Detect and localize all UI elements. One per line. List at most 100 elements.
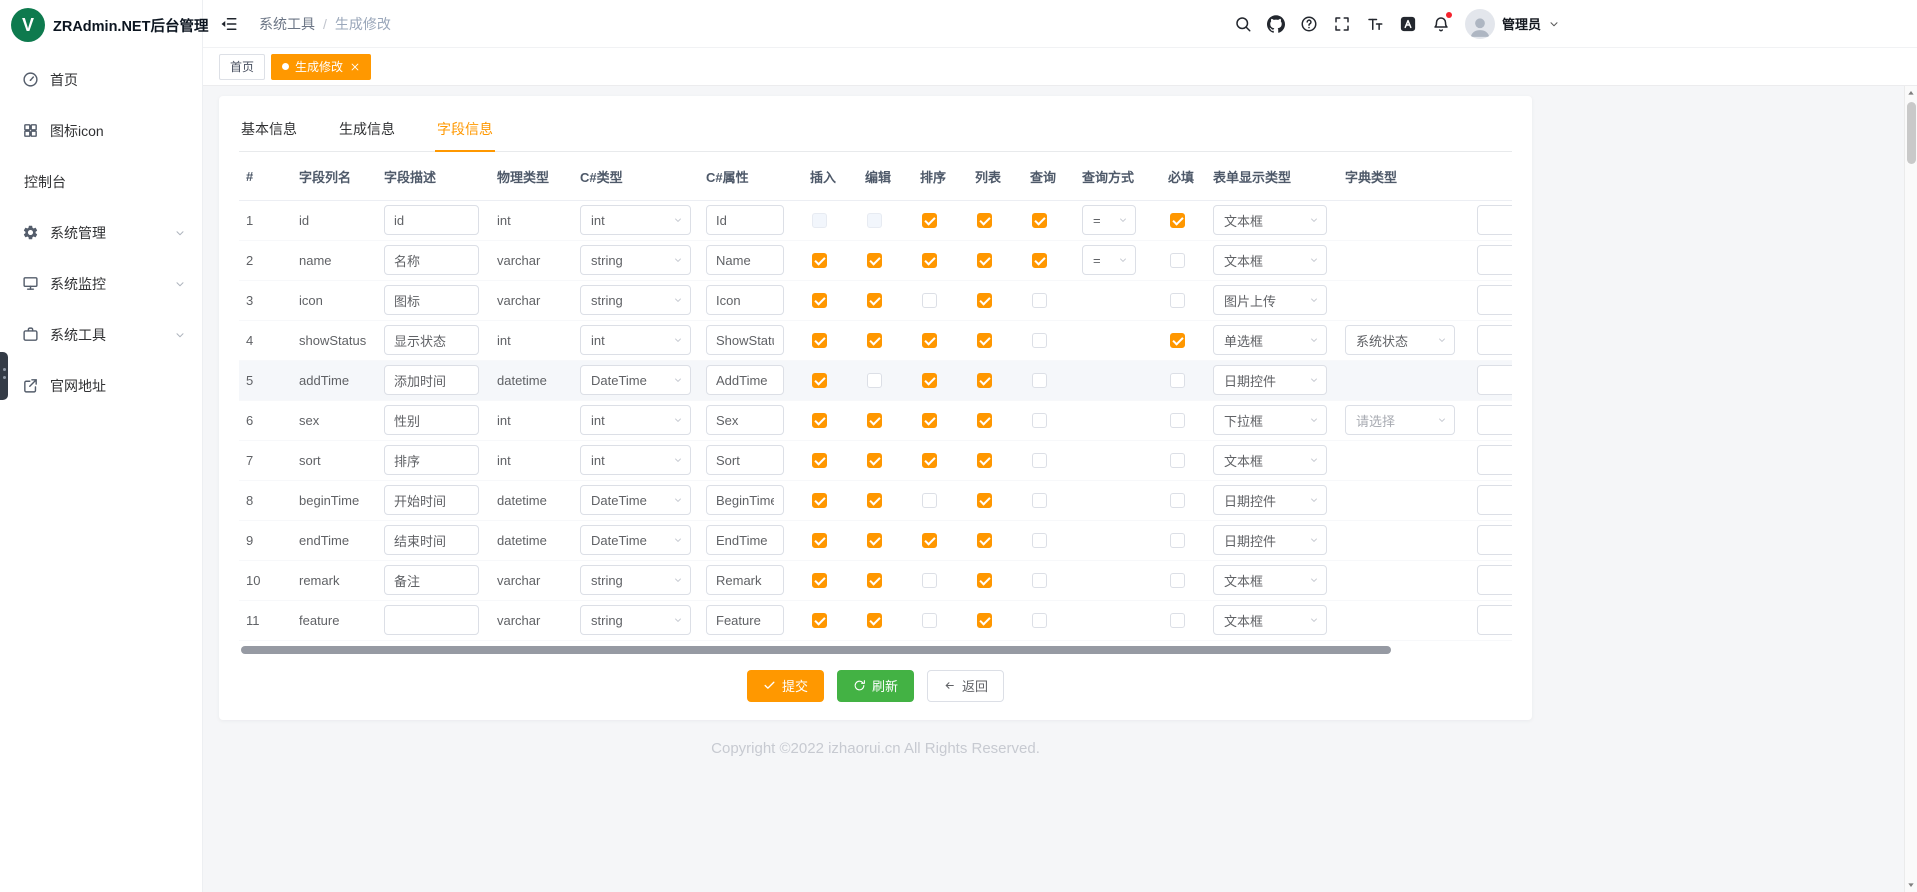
sort-checkbox[interactable]	[922, 413, 937, 428]
sidebar-item-console[interactable]: 控制台	[0, 156, 202, 207]
cs-attr-input[interactable]	[706, 605, 784, 635]
notification-icon[interactable]	[1431, 14, 1451, 34]
list-checkbox[interactable]	[977, 533, 992, 548]
cs-attr-input[interactable]	[706, 205, 784, 235]
refresh-button[interactable]: 刷新	[837, 670, 914, 702]
sidebar-item-icons[interactable]: 图标icon	[0, 105, 202, 156]
sort-checkbox[interactable]	[922, 213, 937, 228]
cs-attr-input[interactable]	[706, 565, 784, 595]
insert-checkbox[interactable]	[812, 613, 827, 628]
extra-input[interactable]	[1477, 405, 1512, 435]
required-checkbox[interactable]	[1170, 213, 1185, 228]
dict-type-select[interactable]: 请选择	[1345, 405, 1455, 435]
extra-input[interactable]	[1477, 285, 1512, 315]
sort-checkbox[interactable]	[922, 293, 937, 308]
menu-fold-icon[interactable]	[219, 14, 239, 34]
extra-input[interactable]	[1477, 565, 1512, 595]
edit-checkbox[interactable]	[867, 613, 882, 628]
tag-gen-edit[interactable]: 生成修改	[271, 54, 371, 80]
extra-input[interactable]	[1477, 365, 1512, 395]
field-desc-input[interactable]	[384, 565, 479, 595]
extra-input[interactable]	[1477, 485, 1512, 515]
breadcrumb-item[interactable]: 系统工具	[259, 14, 315, 34]
field-desc-input[interactable]	[384, 285, 479, 315]
display-type-select[interactable]: 单选框	[1213, 325, 1327, 355]
query-mode-select[interactable]: =	[1082, 205, 1136, 235]
cs-attr-input[interactable]	[706, 325, 784, 355]
list-checkbox[interactable]	[977, 413, 992, 428]
query-checkbox[interactable]	[1032, 573, 1047, 588]
scroll-down-arrow[interactable]	[1905, 878, 1917, 892]
required-checkbox[interactable]	[1170, 333, 1185, 348]
list-checkbox[interactable]	[977, 613, 992, 628]
query-checkbox[interactable]	[1032, 533, 1047, 548]
query-checkbox[interactable]	[1032, 213, 1047, 228]
tag-home[interactable]: 首页	[219, 54, 265, 80]
list-checkbox[interactable]	[977, 333, 992, 348]
query-checkbox[interactable]	[1032, 413, 1047, 428]
sort-checkbox[interactable]	[922, 573, 937, 588]
list-checkbox[interactable]	[977, 493, 992, 508]
github-icon[interactable]	[1266, 14, 1286, 34]
edit-checkbox[interactable]	[867, 493, 882, 508]
cs-type-select[interactable]: string	[580, 605, 691, 635]
field-desc-input[interactable]	[384, 445, 479, 475]
font-size-icon[interactable]	[1365, 14, 1385, 34]
insert-checkbox[interactable]	[812, 253, 827, 268]
field-desc-input[interactable]	[384, 525, 479, 555]
sidebar-item-system-monitor[interactable]: 系统监控	[0, 258, 202, 309]
required-checkbox[interactable]	[1170, 453, 1185, 468]
insert-checkbox[interactable]	[812, 413, 827, 428]
scroll-up-arrow[interactable]	[1905, 86, 1917, 100]
cs-type-select[interactable]: string	[580, 285, 691, 315]
display-type-select[interactable]: 文本框	[1213, 445, 1327, 475]
field-desc-input[interactable]	[384, 205, 479, 235]
edit-checkbox[interactable]	[867, 453, 882, 468]
language-icon[interactable]	[1398, 14, 1418, 34]
display-type-select[interactable]: 日期控件	[1213, 485, 1327, 515]
cs-attr-input[interactable]	[706, 285, 784, 315]
insert-checkbox[interactable]	[812, 333, 827, 348]
required-checkbox[interactable]	[1170, 373, 1185, 388]
list-checkbox[interactable]	[977, 213, 992, 228]
field-desc-input[interactable]	[384, 325, 479, 355]
edit-checkbox[interactable]	[867, 253, 882, 268]
display-type-select[interactable]: 文本框	[1213, 565, 1327, 595]
extra-input[interactable]	[1477, 245, 1512, 275]
sidebar-item-system-tools[interactable]: 系统工具	[0, 309, 202, 360]
sidebar-item-home[interactable]: 首页	[0, 54, 202, 105]
display-type-select[interactable]: 日期控件	[1213, 365, 1327, 395]
required-checkbox[interactable]	[1170, 413, 1185, 428]
scrollbar-thumb[interactable]	[1907, 102, 1916, 164]
insert-checkbox[interactable]	[812, 533, 827, 548]
cs-type-select[interactable]: int	[580, 325, 691, 355]
cs-attr-input[interactable]	[706, 405, 784, 435]
display-type-select[interactable]: 文本框	[1213, 245, 1327, 275]
sidebar-item-system-manage[interactable]: 系统管理	[0, 207, 202, 258]
query-checkbox[interactable]	[1032, 253, 1047, 268]
query-checkbox[interactable]	[1032, 373, 1047, 388]
sort-checkbox[interactable]	[922, 453, 937, 468]
vertical-scrollbar[interactable]	[1904, 86, 1917, 892]
query-checkbox[interactable]	[1032, 493, 1047, 508]
query-checkbox[interactable]	[1032, 333, 1047, 348]
list-checkbox[interactable]	[977, 293, 992, 308]
cs-attr-input[interactable]	[706, 525, 784, 555]
sort-checkbox[interactable]	[922, 373, 937, 388]
cs-type-select[interactable]: DateTime	[580, 485, 691, 515]
cs-attr-input[interactable]	[706, 365, 784, 395]
sort-checkbox[interactable]	[922, 493, 937, 508]
search-icon[interactable]	[1233, 14, 1253, 34]
edit-checkbox[interactable]	[867, 293, 882, 308]
display-type-select[interactable]: 下拉框	[1213, 405, 1327, 435]
display-type-select[interactable]: 图片上传	[1213, 285, 1327, 315]
cs-type-select[interactable]: string	[580, 565, 691, 595]
edit-checkbox[interactable]	[867, 413, 882, 428]
required-checkbox[interactable]	[1170, 573, 1185, 588]
cs-attr-input[interactable]	[706, 445, 784, 475]
extra-input[interactable]	[1477, 525, 1512, 555]
required-checkbox[interactable]	[1170, 613, 1185, 628]
extra-input[interactable]	[1477, 205, 1512, 235]
field-desc-input[interactable]	[384, 365, 479, 395]
display-type-select[interactable]: 文本框	[1213, 605, 1327, 635]
